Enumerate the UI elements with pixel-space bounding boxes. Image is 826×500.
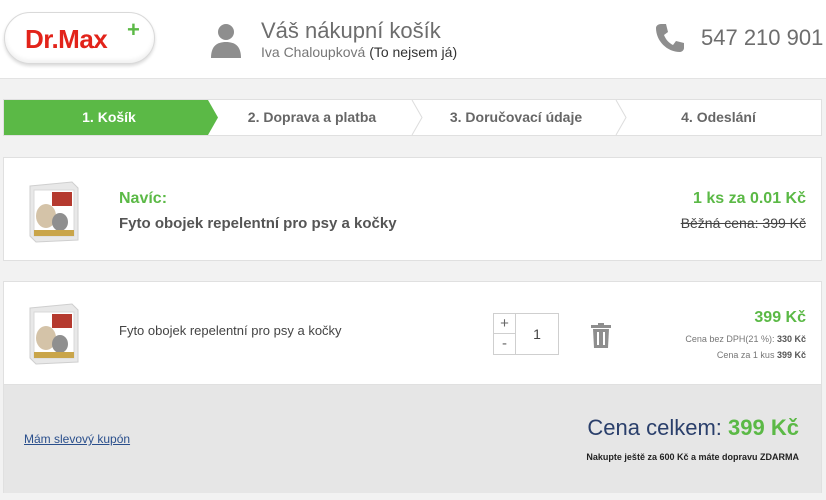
product-image[interactable]: [26, 302, 82, 366]
unit-value: 399 Kč: [776, 350, 806, 360]
logo[interactable]: Dr.Max +: [4, 12, 155, 64]
product-image[interactable]: [26, 180, 82, 244]
promo-product-name[interactable]: Fyto obojek repelentní pro psy a kočky: [119, 215, 397, 232]
vat-value: 330 Kč: [776, 334, 806, 344]
item-product-name[interactable]: Fyto obojek repelentní pro psy a kočky: [119, 323, 342, 338]
cart-total: Cena celkem: 399 Kč: [587, 415, 799, 441]
not-me-link[interactable]: (To nejsem já): [369, 44, 457, 60]
user-name: Iva Chaloupková: [261, 44, 366, 60]
step-shipping-payment[interactable]: 2. Doprava a platba: [208, 100, 416, 135]
promo-label: Navíc:: [119, 190, 168, 207]
cart-item: Fyto obojek repelentní pro psy a kočky +…: [3, 281, 822, 385]
item-unit-price: Cena za 1 kus 399 Kč: [717, 350, 806, 360]
promo-item: Navíc: Fyto obojek repelentní pro psy a …: [3, 157, 822, 261]
qty-minus-button[interactable]: -: [494, 334, 515, 354]
quantity-input[interactable]: 1: [516, 314, 558, 354]
item-price: 399 Kč: [754, 309, 806, 326]
step-cart[interactable]: 1. Košík: [4, 100, 214, 135]
coupon-link[interactable]: Mám slevový kupón: [24, 432, 130, 446]
cart-summary: Mám slevový kupón Cena celkem: 399 Kč Na…: [3, 385, 822, 493]
trash-icon[interactable]: [591, 323, 611, 348]
total-label: Cena celkem:: [587, 415, 722, 440]
logo-plus-icon: +: [127, 17, 140, 42]
unit-label: Cena za 1 kus: [716, 350, 775, 360]
step-delivery-details[interactable]: 3. Doručovací údaje: [412, 100, 620, 135]
vat-label: Cena bez DPH(21 %):: [685, 334, 775, 344]
promo-regular-price: Běžná cena: 399 Kč: [680, 215, 806, 231]
step-sent[interactable]: 4. Odeslání: [616, 100, 821, 135]
cart-user: Iva Chaloupková (To nejsem já): [261, 44, 457, 60]
checkout-steps: 1. Košík 2. Doprava a platba 3. Doručova…: [3, 99, 822, 136]
total-value: 399 Kč: [728, 415, 799, 440]
phone-number[interactable]: 547 210 901: [701, 25, 823, 51]
user-icon: [211, 24, 241, 58]
item-price-without-vat: Cena bez DPH(21 %): 330 Kč: [685, 334, 806, 344]
qty-plus-button[interactable]: +: [494, 314, 515, 334]
header: Dr.Max + Váš nákupní košík Iva Chaloupko…: [0, 0, 826, 79]
free-shipping-note: Nakupte ještě za 600 Kč a máte dopravu Z…: [586, 452, 799, 462]
phone-icon: [656, 24, 684, 52]
quantity-stepper: + - 1: [493, 313, 559, 355]
cart-title: Váš nákupní košík: [261, 18, 441, 43]
promo-price: 1 ks za 0.01 Kč: [693, 190, 806, 207]
logo-text: Dr.Max: [25, 24, 108, 54]
